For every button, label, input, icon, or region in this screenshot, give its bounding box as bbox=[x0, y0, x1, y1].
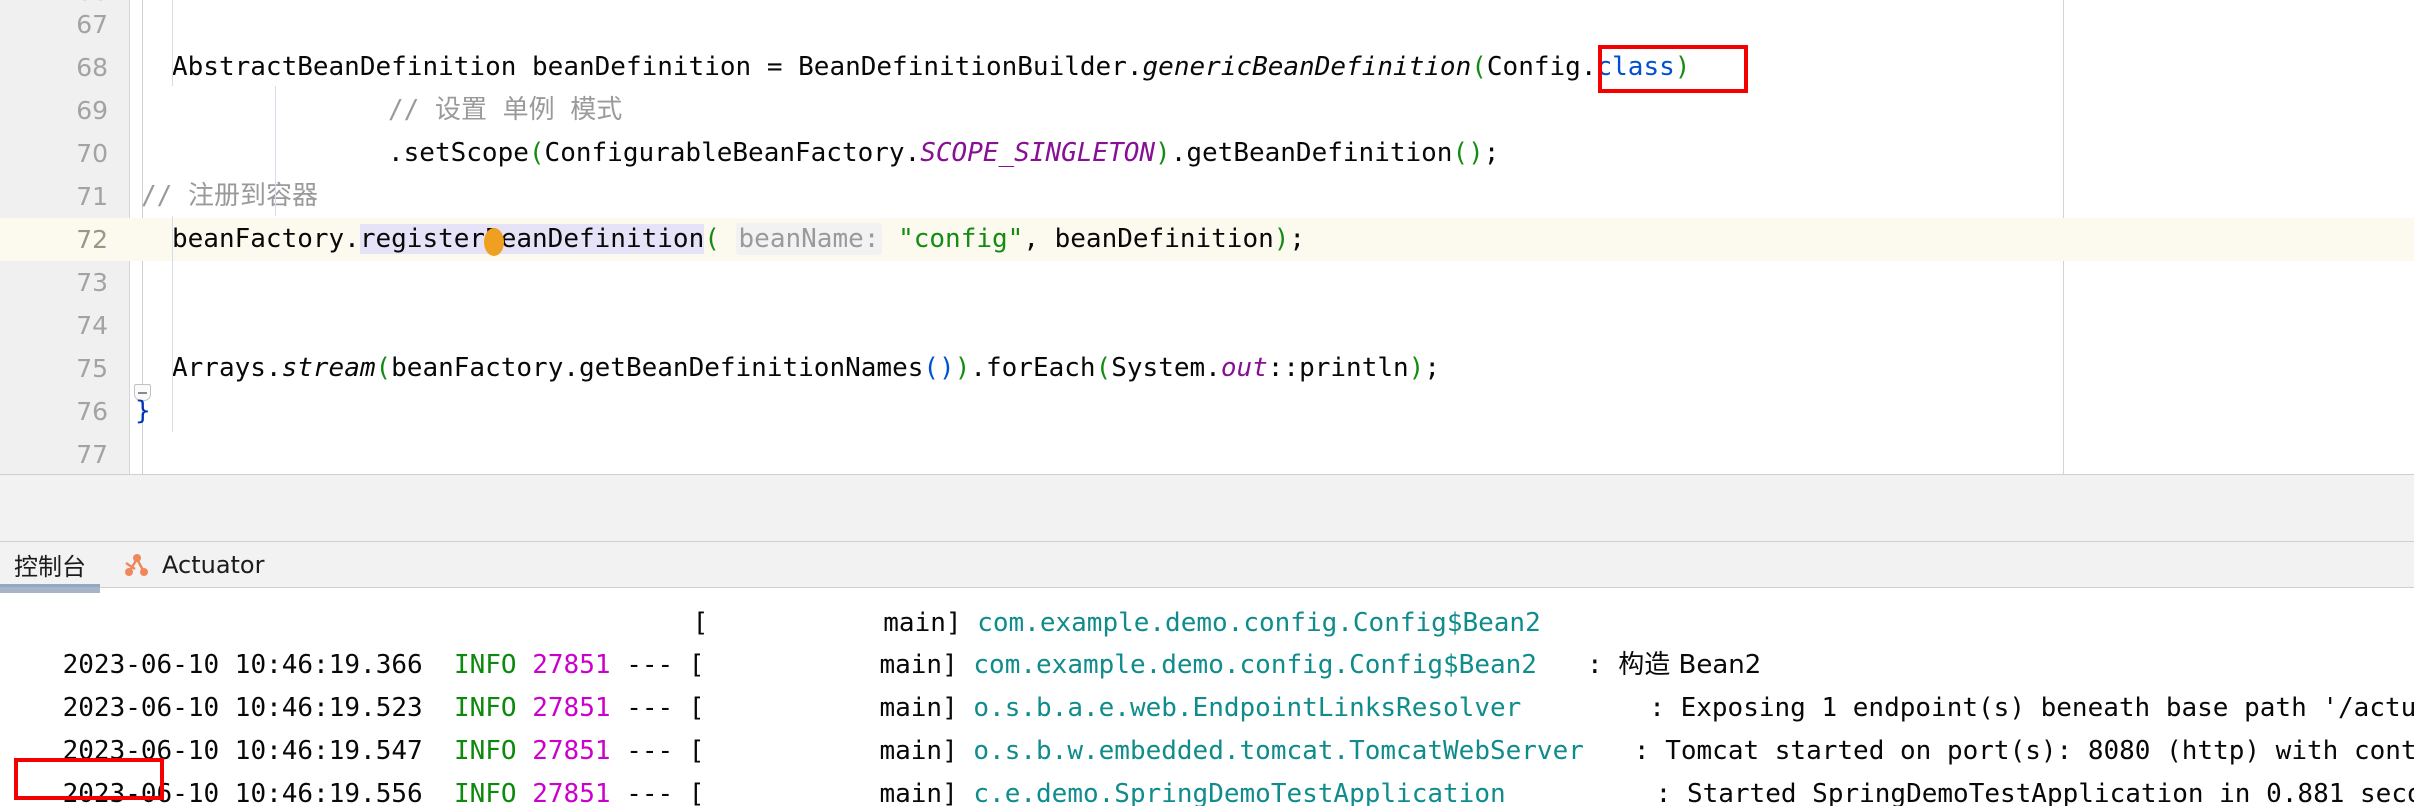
code-comment: // 设置 单例 模式 bbox=[388, 95, 623, 125]
token-paren: ) bbox=[1674, 52, 1691, 82]
line-number: 74 bbox=[76, 311, 108, 340]
token-type: AbstractBeanDefinition bbox=[172, 52, 517, 82]
code-line[interactable]: 67 bbox=[0, 3, 2414, 46]
token-paren: ( bbox=[704, 224, 720, 254]
code-editor[interactable]: 66 67 68 AbstractBeanDefinition beanDefi… bbox=[0, 0, 2414, 475]
code-line-current[interactable]: 72 beanFactory.registerBeanDefinition( b… bbox=[0, 218, 2414, 261]
line-number: 67 bbox=[76, 10, 108, 39]
token-paren: () bbox=[923, 353, 955, 383]
code-text: Arrays.stream(beanFactory.getBeanDefinit… bbox=[172, 347, 1440, 390]
token-string: "config" bbox=[898, 224, 1024, 254]
log-line: 2023-06-10 10:46:19.523 INFO 27851 --- [… bbox=[0, 644, 2414, 723]
token-method: genericBeanDefinition bbox=[1142, 52, 1472, 82]
log-line-clipped: [main] com.example.demo.config.Config$Be… bbox=[0, 587, 2414, 638]
token-receiver: beanFactory. bbox=[172, 224, 360, 254]
token-semicolon: ; bbox=[1289, 224, 1306, 254]
token-paren: ( bbox=[528, 138, 545, 168]
token-class-ref: Config. bbox=[1486, 52, 1597, 82]
console-output-line: config bbox=[0, 773, 2414, 806]
token-method-call: .setScope bbox=[388, 138, 529, 168]
tool-window-tabbar[interactable]: 控制台 Actuator bbox=[0, 542, 2414, 587]
console-output-panel[interactable]: [main] com.example.demo.config.Config$Be… bbox=[0, 587, 2414, 806]
token-paren: ( bbox=[1471, 52, 1487, 82]
code-line[interactable]: 70 .setScope(ConfigurableBeanFactory.SCO… bbox=[0, 132, 2414, 175]
token-static-constant: SCOPE_SINGLETON bbox=[920, 138, 1156, 168]
token-highlighted-identifier: registerBeanDefinition bbox=[359, 224, 705, 254]
code-line[interactable]: 71 // 注册到容器 bbox=[0, 175, 2414, 218]
code-line[interactable]: 73 bbox=[0, 261, 2414, 304]
text-caret bbox=[484, 228, 504, 256]
code-line[interactable]: 68 AbstractBeanDefinition beanDefinition… bbox=[0, 46, 2414, 89]
code-line[interactable]: 77 } bbox=[0, 433, 2414, 475]
token-semicolon: ; bbox=[1424, 353, 1440, 383]
code-text: .setScope(ConfigurableBeanFactory.SCOPE_… bbox=[388, 132, 1499, 175]
line-number: 75 bbox=[76, 354, 108, 383]
token-method-ref: ::println bbox=[1267, 353, 1409, 383]
token-class-ref: System. bbox=[1111, 353, 1221, 383]
tab-actuator[interactable]: Actuator bbox=[122, 542, 264, 587]
token-paren: ( bbox=[375, 353, 392, 383]
token-paren: ( bbox=[1095, 353, 1112, 383]
log-line: 2023-06-10 10:46:19.556 INFO 27851 --- [… bbox=[0, 730, 2414, 806]
code-text: beanFactory.registerBeanDefinition( bean… bbox=[172, 218, 1305, 261]
code-line[interactable]: 75 Arrays.stream(beanFactory.getBeanDefi… bbox=[0, 347, 2414, 390]
tab-actuator-label: Actuator bbox=[162, 550, 265, 579]
token-method-call: beanFactory.getBeanDefinitionNames bbox=[391, 353, 924, 383]
token-class-keyword: class bbox=[1596, 52, 1675, 82]
line-number: 72 bbox=[76, 225, 108, 254]
line-number: 77 bbox=[76, 440, 108, 469]
code-text: AbstractBeanDefinition beanDefinition = … bbox=[172, 46, 1690, 89]
indent-guide bbox=[275, 86, 276, 216]
token-class-ref: ConfigurableBeanFactory. bbox=[544, 138, 921, 168]
token-method-call: .getBeanDefinition bbox=[1170, 138, 1453, 168]
code-line[interactable]: 69 // 设置 单例 模式 bbox=[0, 89, 2414, 132]
indent-guide bbox=[172, 216, 173, 432]
token-arg: , beanDefinition bbox=[1023, 224, 1274, 254]
code-brace: } bbox=[135, 396, 151, 426]
code-line[interactable]: 74 bbox=[0, 304, 2414, 347]
indent-guide bbox=[172, 0, 173, 86]
token-paren: ) bbox=[1155, 138, 1171, 168]
token-paren: () bbox=[1452, 138, 1484, 168]
line-number: 76 bbox=[76, 397, 108, 426]
log-line: 2023-06-10 10:46:19.547 INFO 27851 --- [… bbox=[0, 687, 2414, 766]
code-comment: // 注册到容器 bbox=[141, 181, 318, 211]
token-paren: ) bbox=[1408, 353, 1425, 383]
code-line[interactable]: 76 } bbox=[0, 390, 2414, 433]
token-static-method: stream bbox=[281, 353, 376, 383]
token-paren: ) bbox=[954, 353, 971, 383]
parameter-hint: beanName: bbox=[735, 223, 883, 255]
token-assign: beanDefinition = BeanDefinitionBuilder. bbox=[516, 52, 1143, 82]
tool-window-header-area bbox=[0, 475, 2414, 542]
token-static-field: out bbox=[1220, 353, 1268, 383]
line-number: 69 bbox=[76, 96, 108, 125]
line-number: 68 bbox=[76, 53, 108, 82]
line-number: 73 bbox=[76, 268, 108, 297]
log-line: 2023-06-10 10:46:19.366 INFO 27851 --- [… bbox=[0, 601, 2414, 680]
line-number: 71 bbox=[76, 182, 108, 211]
token-class-ref: Arrays. bbox=[172, 353, 282, 383]
actuator-icon bbox=[125, 553, 148, 576]
token-paren: ) bbox=[1273, 224, 1290, 254]
tab-console[interactable]: 控制台 bbox=[0, 542, 100, 587]
token-semicolon: ; bbox=[1483, 138, 1500, 168]
line-number: 70 bbox=[76, 139, 108, 168]
token-method-call: .forEach bbox=[970, 353, 1096, 383]
tab-console-label: 控制台 bbox=[14, 553, 86, 581]
